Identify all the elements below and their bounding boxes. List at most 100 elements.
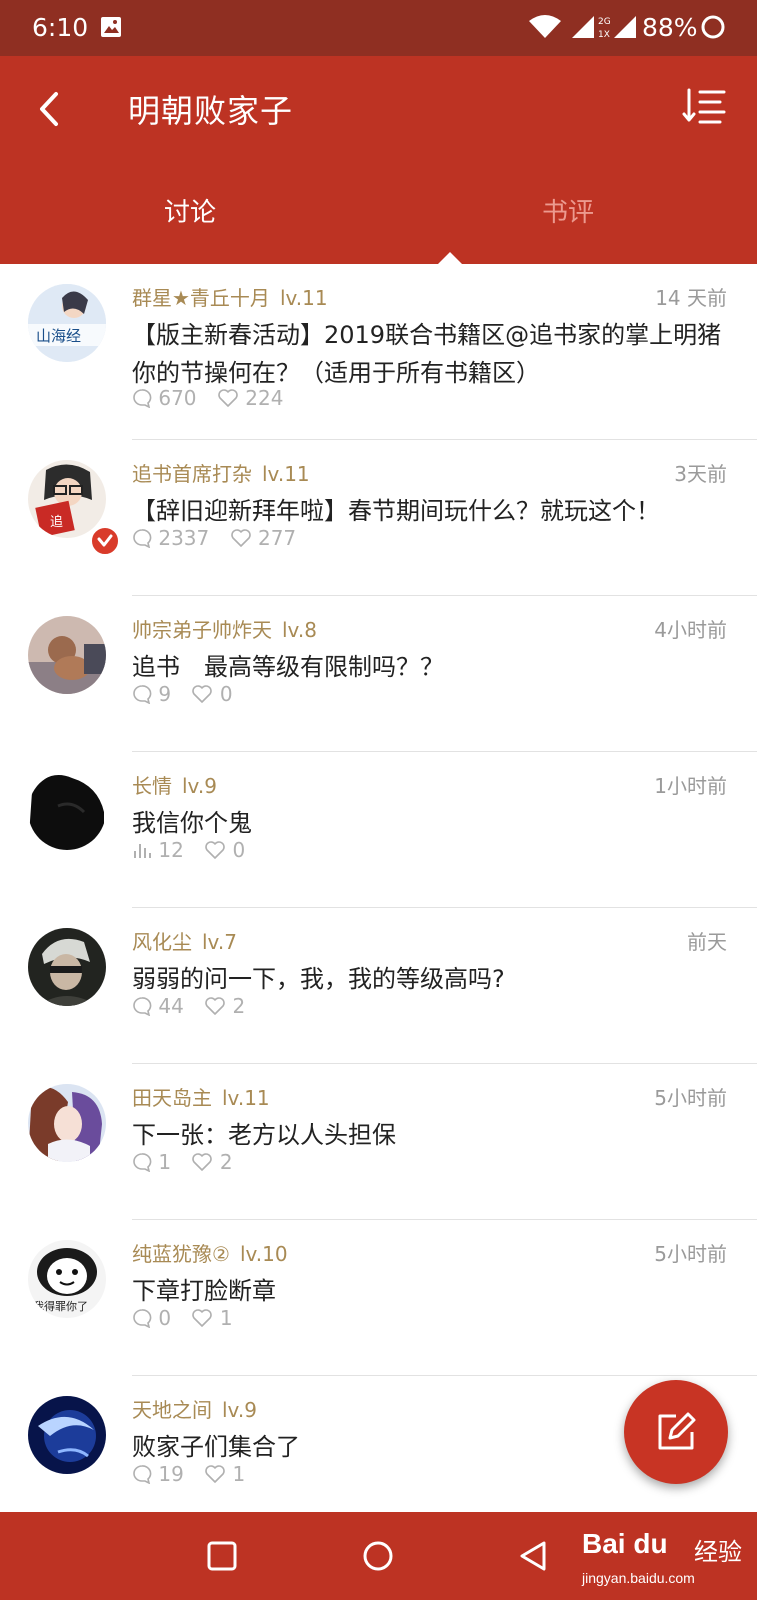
home-icon[interactable]: [360, 1538, 396, 1574]
avatar[interactable]: 山海经: [28, 284, 106, 362]
watermark-cn: 经验: [694, 1538, 742, 1566]
watermark-brand: Bai du: [582, 1528, 668, 1559]
post-author[interactable]: 帅宗弟子帅炸天 lv.8: [132, 614, 317, 643]
like-icon: [192, 1309, 213, 1327]
like-count: 2: [219, 1150, 233, 1174]
avatar-image: 我得罪你了: [28, 1240, 106, 1318]
post-time: 5小时前: [654, 1086, 727, 1110]
post-title: 下章打脸断章: [132, 1277, 276, 1305]
post-stats: 19 1: [132, 1462, 245, 1486]
avatar[interactable]: [28, 616, 106, 694]
post-time: 1小时前: [654, 774, 727, 798]
post-author[interactable]: 纯蓝犹豫② lv.10: [132, 1238, 288, 1267]
wifi-icon: [529, 15, 561, 38]
post-time: 5小时前: [654, 1242, 727, 1266]
post-author[interactable]: 长情 lv.9: [132, 770, 217, 799]
post-stats: 9 0: [132, 682, 233, 706]
post-title: 追书 最高等级有限制吗？？: [132, 653, 444, 681]
status-time: 6:10: [32, 13, 89, 42]
comment-icon: [133, 1465, 152, 1485]
like-count: 1: [232, 1462, 246, 1486]
author-level: lv.8: [282, 618, 317, 642]
verified-badge-icon: [90, 526, 120, 556]
back-arrow-icon[interactable]: [30, 84, 74, 134]
post-stats: 2337 277: [132, 526, 296, 550]
post-author[interactable]: 田天岛主 lv.11: [132, 1082, 270, 1111]
avatar[interactable]: 追: [28, 460, 106, 538]
avatar-image: 山海经: [28, 284, 106, 362]
image-notification-icon: [101, 17, 121, 37]
compose-icon: [658, 1412, 696, 1450]
comment-count: 670: [158, 386, 197, 410]
like-count: 277: [257, 526, 297, 550]
avatar[interactable]: [28, 772, 106, 850]
signal-icon: [572, 16, 594, 38]
page-title: 明朝败家子: [128, 92, 294, 130]
like-icon: [218, 389, 238, 407]
post-item[interactable]: 风化尘 lv.7 前天 弱弱的问一下，我，我的等级高吗? 44 2: [0, 908, 757, 1064]
post-item[interactable]: 追 追书首席打杂 lv.11 3天前 【辞旧迎新拜年啦】春节期间玩什么？就玩这个！…: [0, 440, 757, 596]
avatar[interactable]: [28, 1084, 106, 1162]
like-count: 2: [232, 994, 246, 1018]
like-count: 1: [219, 1306, 233, 1330]
author-name: 风化尘: [132, 930, 192, 954]
author-name: 追书首席打杂: [132, 462, 252, 486]
status-bar: 6:10 2G 1X 88%: [0, 0, 757, 56]
app-bar: 明朝败家子 讨论 书评: [0, 56, 757, 264]
author-name: 长情: [132, 774, 172, 798]
avatar-image: [28, 1396, 106, 1474]
avatar-image: [28, 928, 106, 1006]
post-time: 前天: [687, 930, 727, 954]
post-author[interactable]: 风化尘 lv.7: [132, 926, 237, 955]
like-icon: [205, 997, 225, 1015]
avatar[interactable]: [28, 1396, 106, 1474]
like-count: 224: [245, 386, 284, 410]
network-signal-icon: 2G 1X: [598, 16, 636, 40]
post-author[interactable]: 天地之间 lv.9: [132, 1394, 257, 1423]
author-level: lv.9: [182, 774, 217, 798]
like-icon: [230, 529, 251, 547]
author-level: lv.11: [262, 462, 310, 486]
post-title: 下一张：老方以人头担保: [132, 1121, 396, 1149]
sort-list-icon[interactable]: [682, 86, 728, 132]
comment-icon: [133, 1153, 152, 1173]
like-icon: [192, 1153, 213, 1171]
comment-count: 2337: [158, 526, 210, 550]
avatar[interactable]: 我得罪你了: [28, 1240, 106, 1318]
like-icon: [205, 1465, 225, 1483]
comment-count: 12: [158, 838, 184, 862]
tab-review[interactable]: 书评: [542, 192, 594, 229]
post-item[interactable]: 田天岛主 lv.11 5小时前 下一张：老方以人头担保 1 2: [0, 1064, 757, 1220]
author-name: 群星★青丘十月: [132, 286, 270, 310]
comment-count: 9: [158, 682, 172, 706]
svg-text:追: 追: [50, 514, 63, 530]
baidu-jingyan-watermark: Bai du 经验 jingyan.baidu.com: [582, 1518, 752, 1598]
compose-post-button[interactable]: [624, 1380, 728, 1484]
comment-icon: [133, 389, 152, 409]
post-author[interactable]: 追书首席打杂 lv.11: [132, 458, 310, 487]
post-time: 4小时前: [654, 618, 727, 642]
svg-text:我得罪你了: 我得罪你了: [33, 1300, 88, 1313]
author-name: 帅宗弟子帅炸天: [132, 618, 272, 642]
post-item[interactable]: 我得罪你了 纯蓝犹豫② lv.10 5小时前 下章打脸断章 0 1: [0, 1220, 757, 1376]
post-item[interactable]: 帅宗弟子帅炸天 lv.8 4小时前 追书 最高等级有限制吗？？ 9 0: [0, 596, 757, 752]
comment-count: 19: [158, 1462, 184, 1486]
post-title: 我信你个鬼: [132, 809, 252, 837]
post-item[interactable]: 长情 lv.9 1小时前 我信你个鬼 12 0: [0, 752, 757, 908]
comment-count: 44: [158, 994, 184, 1018]
tab-discussion[interactable]: 讨论: [164, 192, 216, 229]
recent-apps-icon[interactable]: [204, 1538, 240, 1574]
like-count: 0: [219, 682, 233, 706]
post-author[interactable]: 群星★青丘十月 lv.11: [132, 282, 328, 311]
like-icon: [205, 841, 225, 859]
post-time: 3天前: [674, 462, 727, 486]
post-stats: 670 224: [132, 386, 283, 410]
like-icon: [192, 685, 213, 703]
back-icon[interactable]: [516, 1538, 552, 1574]
comment-icon: [133, 685, 152, 705]
post-item[interactable]: 山海经 群星★青丘十月 lv.11 14 天前 【版主新春活动】2019联合书籍区…: [0, 264, 757, 440]
svg-text:1X: 1X: [598, 30, 610, 40]
comment-icon: [133, 997, 152, 1017]
post-title: 【版主新春活动】2019联合书籍区@追书家的掌上明猪 你的节操何在？（适用于所有…: [132, 321, 722, 387]
avatar[interactable]: [28, 928, 106, 1006]
